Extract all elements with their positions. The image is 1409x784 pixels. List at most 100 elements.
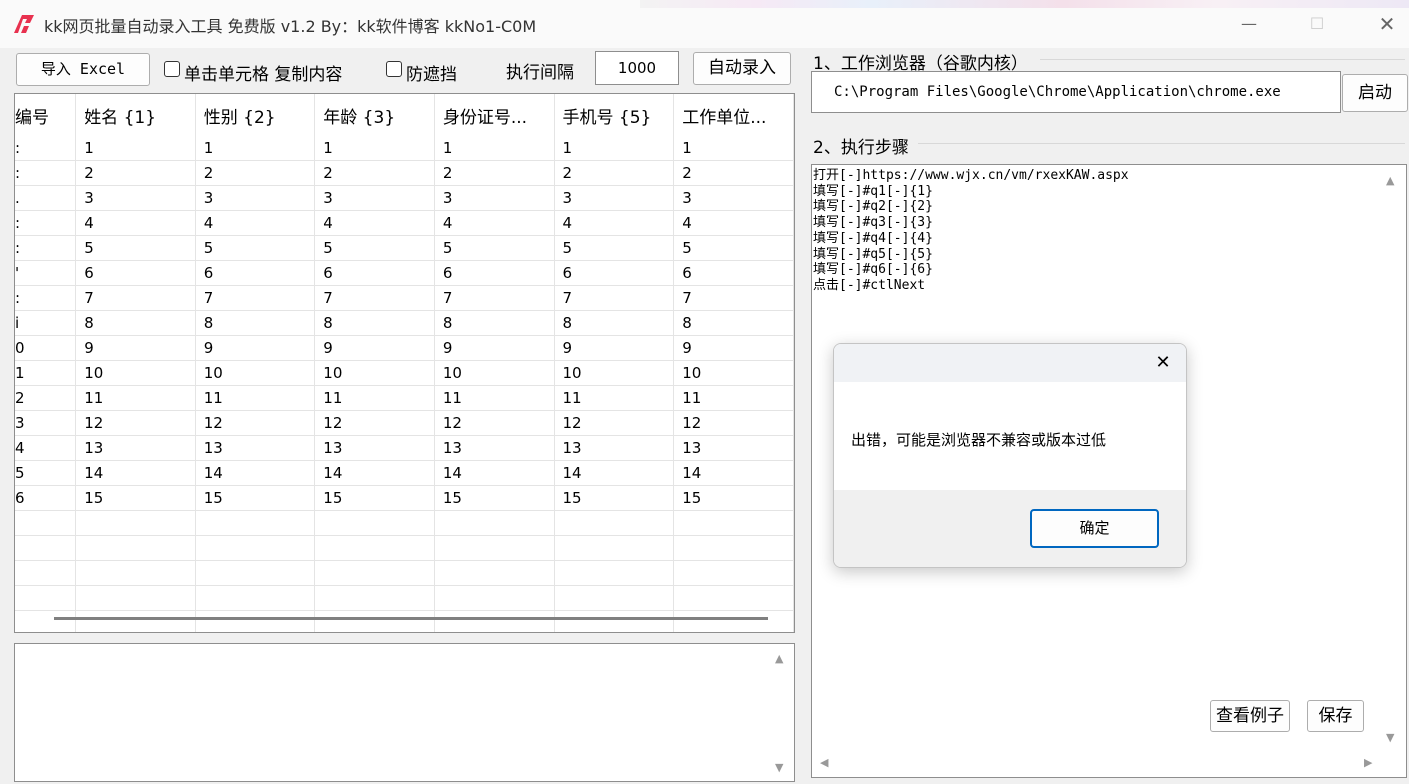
interval-input[interactable]: 1000 (595, 51, 679, 85)
table-cell[interactable] (15, 560, 77, 586)
table-cell[interactable]: 2 (673, 160, 794, 186)
table-cell[interactable]: 4 (195, 210, 316, 236)
table-cell[interactable]: 7 (554, 285, 675, 311)
empty-table-row[interactable] (15, 585, 794, 611)
table-cell[interactable] (554, 560, 675, 586)
table-cell[interactable]: 6 (314, 260, 435, 286)
empty-table-row[interactable] (15, 510, 794, 536)
table-cell[interactable]: 15 (434, 485, 555, 511)
grid-horizontal-scrollbar[interactable] (54, 617, 768, 620)
table-cell[interactable]: 15 (554, 485, 675, 511)
table-cell[interactable] (15, 610, 77, 632)
table-cell[interactable]: 4 (673, 210, 794, 236)
scroll-left-icon[interactable]: ◀ (820, 756, 828, 769)
table-cell[interactable] (673, 585, 794, 611)
table-cell[interactable]: 12 (673, 410, 794, 436)
table-cell[interactable]: 11 (554, 385, 675, 411)
table-cell[interactable]: 7 (434, 285, 555, 311)
column-header[interactable]: 身份证号... (434, 94, 555, 136)
table-cell[interactable] (314, 535, 435, 561)
table-cell[interactable] (673, 560, 794, 586)
table-cell[interactable]: 5 (314, 235, 435, 261)
table-cell[interactable]: 13 (195, 435, 316, 461)
table-cell[interactable] (434, 560, 555, 586)
table-cell[interactable]: 7 (75, 285, 196, 311)
table-cell[interactable] (75, 510, 196, 536)
scroll-right-icon[interactable]: ▶ (1364, 756, 1372, 769)
table-row[interactable]: :222222 (15, 160, 794, 186)
table-cell[interactable] (195, 510, 316, 536)
table-row[interactable]: .333333 (15, 185, 794, 211)
table-row[interactable]: i888888 (15, 310, 794, 336)
table-cell[interactable]: 7 (673, 285, 794, 311)
table-cell[interactable]: 6 (195, 260, 316, 286)
table-row[interactable]: 4 13 13 13 13 13 13 (15, 435, 794, 461)
table-cell[interactable]: 6 (554, 260, 675, 286)
table-cell[interactable]: 11 (75, 385, 196, 411)
table-cell[interactable] (434, 610, 555, 632)
table-cell[interactable]: 15 (314, 485, 435, 511)
table-cell[interactable]: 11 (314, 385, 435, 411)
table-cell[interactable]: 8 (554, 310, 675, 336)
table-cell[interactable] (15, 585, 77, 611)
table-cell[interactable]: 14 (554, 460, 675, 486)
table-cell[interactable]: 10 (434, 360, 555, 386)
anti-block-checkbox[interactable] (386, 61, 402, 77)
table-cell[interactable] (75, 610, 196, 632)
table-cell[interactable]: 1 (15, 360, 77, 386)
table-cell[interactable]: 15 (673, 485, 794, 511)
table-cell[interactable]: : (15, 210, 77, 236)
table-cell[interactable] (434, 535, 555, 561)
table-cell[interactable] (554, 510, 675, 536)
dialog-ok-button[interactable]: 确定 (1030, 509, 1159, 548)
table-row[interactable]: 3 12 12 12 12 12 12 (15, 410, 794, 436)
table-row[interactable]: ' 6 6 6 6 6 6 (15, 260, 794, 286)
table-cell[interactable]: 9 (75, 335, 196, 361)
table-cell[interactable]: i (15, 310, 77, 336)
table-cell[interactable]: 8 (75, 310, 196, 336)
table-cell[interactable]: 2 (314, 160, 435, 186)
table-cell[interactable] (554, 585, 675, 611)
empty-table-row[interactable] (15, 560, 794, 586)
table-cell[interactable]: 5 (673, 235, 794, 261)
save-button[interactable]: 保存 (1307, 700, 1364, 732)
log-textbox[interactable]: ▲ ▼ (14, 643, 795, 782)
empty-table-row[interactable] (15, 610, 794, 632)
table-row[interactable]: 0999999 (15, 335, 794, 361)
data-grid[interactable]: 编号 姓名 {1} 性别 {2} 年龄 {3} 身份证号... 手机号 {5} 工作单位..… (14, 93, 795, 633)
table-cell[interactable]: 1 (434, 136, 555, 161)
table-cell[interactable]: 6 (75, 260, 196, 286)
table-cell[interactable] (673, 610, 794, 632)
table-cell[interactable]: : (15, 136, 77, 161)
table-cell[interactable] (434, 510, 555, 536)
table-cell[interactable]: . (15, 185, 77, 211)
auto-fill-button[interactable]: 自动录入 (693, 52, 791, 85)
table-cell[interactable]: 10 (75, 360, 196, 386)
table-cell[interactable]: 10 (554, 360, 675, 386)
table-cell[interactable] (195, 610, 316, 632)
table-cell[interactable]: 10 (195, 360, 316, 386)
table-cell[interactable] (75, 585, 196, 611)
table-cell[interactable] (195, 560, 316, 586)
table-cell[interactable] (314, 510, 435, 536)
table-cell[interactable]: 4 (75, 210, 196, 236)
empty-table-row[interactable] (15, 535, 794, 561)
table-cell[interactable]: 6 (673, 260, 794, 286)
table-cell[interactable]: 3 (673, 185, 794, 211)
table-cell[interactable]: : (15, 235, 77, 261)
table-cell[interactable]: 7 (195, 285, 316, 311)
table-row[interactable]: 2 11 11 11 11 11 11 (15, 385, 794, 411)
table-cell[interactable]: 7 (314, 285, 435, 311)
table-cell[interactable]: 14 (195, 460, 316, 486)
table-cell[interactable]: 8 (314, 310, 435, 336)
table-cell[interactable]: 4 (314, 210, 435, 236)
table-cell[interactable]: 4 (15, 435, 77, 461)
steps-text[interactable]: 打开[-]https://www.wjx.cn/vm/rxexKAW.aspx … (813, 168, 1129, 294)
table-cell[interactable]: ' (15, 260, 77, 286)
table-cell[interactable]: 3 (15, 410, 77, 436)
table-cell[interactable]: 1 (673, 136, 794, 161)
table-cell[interactable]: 5 (15, 460, 77, 486)
import-excel-button[interactable]: 导入 Excel (16, 53, 150, 86)
table-cell[interactable] (673, 510, 794, 536)
column-header[interactable]: 工作单位... (673, 94, 794, 136)
